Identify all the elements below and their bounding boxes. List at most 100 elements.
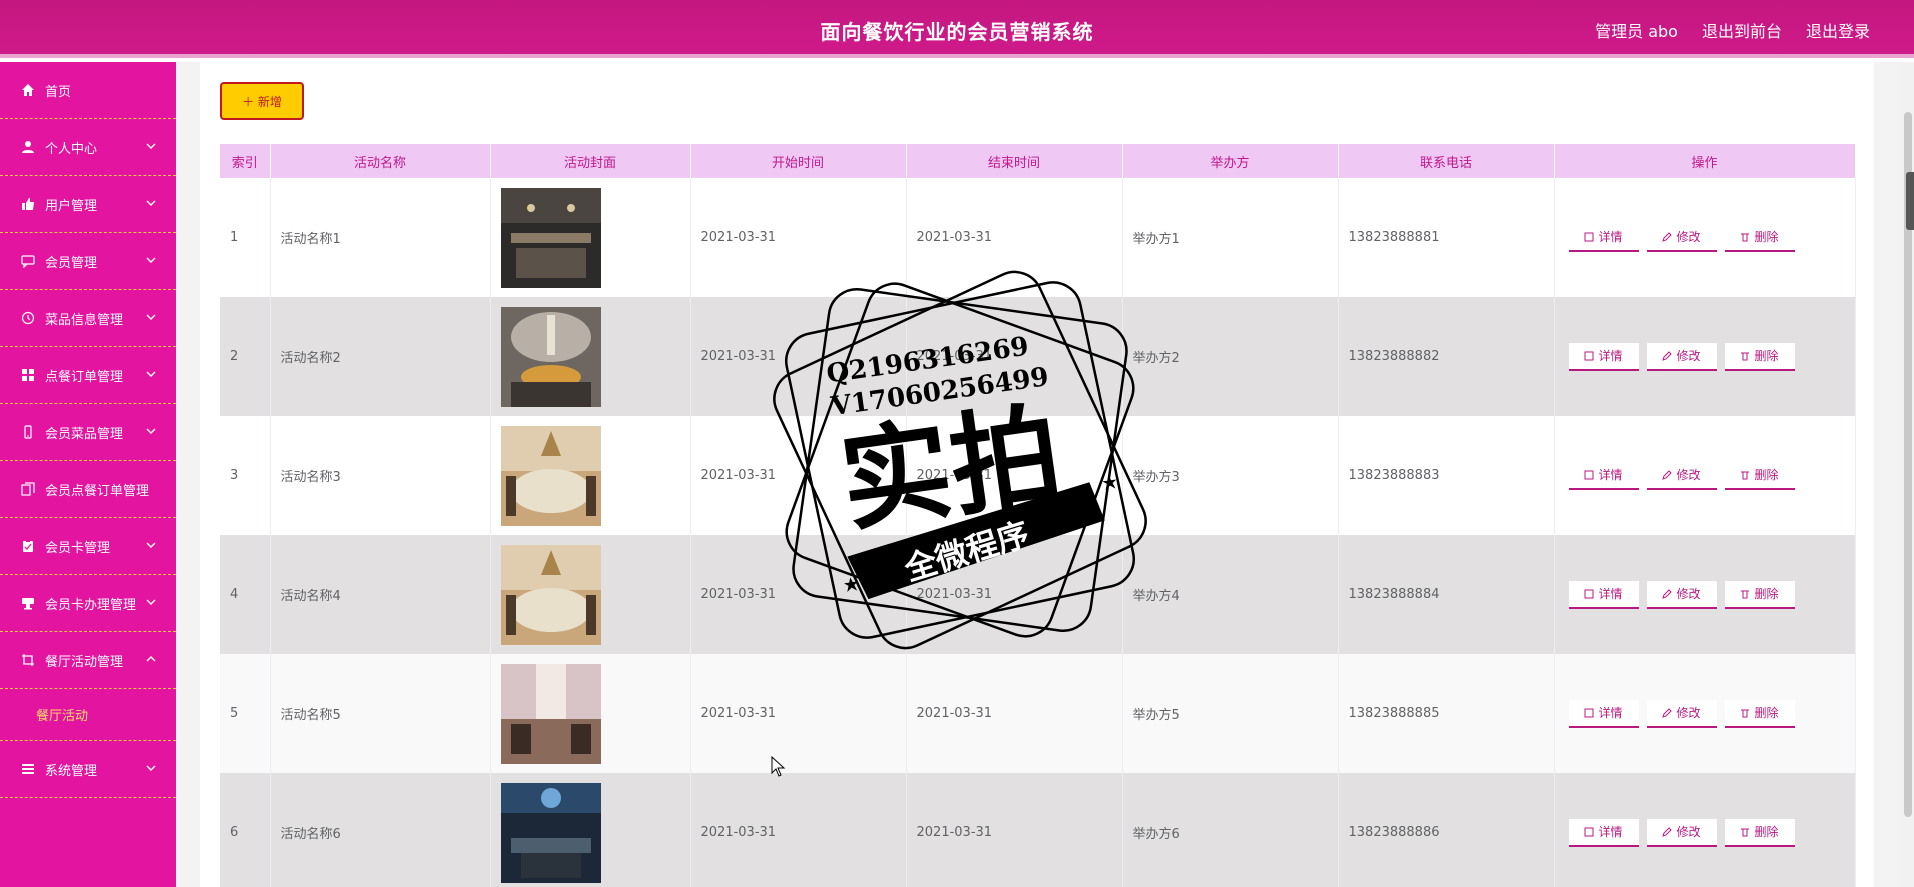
cell-name: 活动名称1 bbox=[270, 178, 491, 297]
cell-host: 举办方5 bbox=[1122, 654, 1339, 773]
column-header-name: 活动名称 bbox=[270, 144, 491, 178]
sidebar-item-label: 会员卡管理 bbox=[45, 540, 111, 556]
sidebar-item-label: 餐厅活动 bbox=[36, 709, 89, 724]
delete-button[interactable]: 删除 bbox=[1724, 223, 1795, 252]
sidebar-subitem-restaurant-activity[interactable]: 餐厅活动 bbox=[0, 689, 176, 741]
clock-icon bbox=[20, 310, 36, 326]
pencil-icon bbox=[1662, 469, 1673, 480]
cell-name: 活动名称6 bbox=[270, 773, 491, 887]
trash-icon bbox=[1741, 471, 1750, 479]
content-gutter-right bbox=[1874, 62, 1900, 887]
edit-button[interactable]: 修改 bbox=[1646, 461, 1717, 490]
chevron-down-icon bbox=[146, 143, 156, 149]
cell-cover bbox=[490, 416, 691, 535]
crop-icon bbox=[20, 652, 36, 668]
trash-icon bbox=[1741, 709, 1750, 717]
cell-end: 2021-03-31 bbox=[906, 654, 1123, 773]
document-icon bbox=[1584, 589, 1594, 598]
detail-button[interactable]: 详情 bbox=[1568, 580, 1639, 609]
cell-cover bbox=[490, 654, 691, 773]
sidebar-item-member-dish[interactable]: 会员菜品管理 bbox=[0, 404, 176, 461]
detail-button[interactable]: 详情 bbox=[1568, 699, 1639, 728]
cell-start: 2021-03-31 bbox=[690, 416, 907, 535]
add-button[interactable]: ＋ 新增 bbox=[220, 82, 304, 120]
activity-cover-image[interactable] bbox=[500, 425, 601, 526]
trash-icon bbox=[1741, 590, 1750, 598]
sidebar-item-label: 会员点餐订单管理 bbox=[45, 483, 150, 499]
cell-host: 举办方4 bbox=[1122, 535, 1339, 654]
sidebar-item-member-management[interactable]: 会员管理 bbox=[0, 233, 176, 290]
top-bar: 面向餐饮行业的会员营销系统 管理员 abo 退出到前台 退出登录 bbox=[0, 0, 1914, 58]
sidebar-item-member-order[interactable]: 会员点餐订单管理 bbox=[0, 461, 176, 518]
cell-phone: 13823888881 bbox=[1338, 178, 1555, 297]
cup-icon bbox=[20, 595, 36, 611]
cell-start: 2021-03-31 bbox=[690, 773, 907, 887]
document-icon bbox=[1584, 708, 1594, 717]
activity-cover-image[interactable] bbox=[500, 782, 601, 883]
cell-index: 4 bbox=[220, 535, 271, 654]
column-header-host: 举办方 bbox=[1122, 144, 1339, 178]
activity-cover-image[interactable] bbox=[500, 306, 601, 407]
cell-end: 2021-03-31 bbox=[906, 773, 1123, 887]
sidebar-item-label: 用户管理 bbox=[45, 198, 98, 214]
delete-button[interactable]: 删除 bbox=[1724, 580, 1795, 609]
column-header-end: 结束时间 bbox=[906, 144, 1123, 178]
detail-button[interactable]: 详情 bbox=[1568, 223, 1639, 252]
cell-host: 举办方6 bbox=[1122, 773, 1339, 887]
copy-icon bbox=[20, 481, 36, 497]
side-tab-handle[interactable] bbox=[1906, 172, 1914, 230]
activity-cover-image[interactable] bbox=[500, 187, 601, 288]
sidebar-item-order-management[interactable]: 点餐订单管理 bbox=[0, 347, 176, 404]
delete-button[interactable]: 删除 bbox=[1724, 342, 1795, 371]
activity-cover-image[interactable] bbox=[500, 544, 601, 645]
detail-button[interactable]: 详情 bbox=[1568, 342, 1639, 371]
grid-icon bbox=[20, 367, 36, 383]
sidebar-item-personal-center[interactable]: 个人中心 bbox=[0, 119, 176, 176]
sidebar-item-card-processing[interactable]: 会员卡办理管理 bbox=[0, 575, 176, 632]
sidebar: 首页 个人中心 用户管理 会员管理 菜品信息管理 点餐订单管理 会员菜品管理 会… bbox=[0, 62, 176, 887]
sidebar-item-member-card[interactable]: 会员卡管理 bbox=[0, 518, 176, 575]
cell-actions: 详情 修改 删除 bbox=[1554, 297, 1856, 416]
activity-table: 索引 活动名称 活动封面 开始时间 结束时间 举办方 联系电话 操作 1 活动名… bbox=[220, 144, 1856, 887]
table-row: 5 活动名称5 2021-03-31 2021-03-31 举办方5 13823… bbox=[220, 654, 1856, 773]
detail-button[interactable]: 详情 bbox=[1568, 818, 1639, 847]
delete-button[interactable]: 删除 bbox=[1724, 461, 1795, 490]
logout-link[interactable]: 退出登录 bbox=[1806, 18, 1870, 42]
cell-phone: 13823888883 bbox=[1338, 416, 1555, 535]
sidebar-item-dish-info[interactable]: 菜品信息管理 bbox=[0, 290, 176, 347]
cell-cover bbox=[490, 773, 691, 887]
edit-button[interactable]: 修改 bbox=[1646, 342, 1717, 371]
cell-start: 2021-03-31 bbox=[690, 178, 907, 297]
edit-button[interactable]: 修改 bbox=[1646, 818, 1717, 847]
cell-phone: 13823888882 bbox=[1338, 297, 1555, 416]
edit-button[interactable]: 修改 bbox=[1646, 580, 1717, 609]
edit-button[interactable]: 修改 bbox=[1646, 223, 1717, 252]
cell-start: 2021-03-31 bbox=[690, 297, 907, 416]
admin-user-link[interactable]: 管理员 abo bbox=[1595, 18, 1678, 42]
delete-button[interactable]: 删除 bbox=[1724, 699, 1795, 728]
sidebar-item-label: 点餐订单管理 bbox=[45, 369, 124, 385]
sidebar-item-restaurant-activity[interactable]: 餐厅活动管理 bbox=[0, 632, 176, 689]
table-row: 6 活动名称6 2021-03-31 2021-03-31 举办方6 13823… bbox=[220, 773, 1856, 887]
activity-cover-image[interactable] bbox=[500, 663, 601, 764]
cell-actions: 详情 修改 删除 bbox=[1554, 416, 1856, 535]
chevron-down-icon bbox=[146, 257, 156, 263]
chevron-down-icon bbox=[146, 542, 156, 548]
sidebar-item-system-management[interactable]: 系统管理 bbox=[0, 741, 176, 798]
cell-end: 2021-03-31 bbox=[906, 178, 1123, 297]
detail-button[interactable]: 详情 bbox=[1568, 461, 1639, 490]
chevron-up-icon bbox=[146, 656, 156, 662]
cell-phone: 13823888886 bbox=[1338, 773, 1555, 887]
document-icon bbox=[1584, 470, 1594, 479]
sidebar-item-label: 菜品信息管理 bbox=[45, 312, 124, 328]
delete-button[interactable]: 删除 bbox=[1724, 818, 1795, 847]
edit-button[interactable]: 修改 bbox=[1646, 699, 1717, 728]
chat-icon bbox=[20, 253, 36, 269]
pencil-icon bbox=[1662, 707, 1673, 718]
back-to-frontend-link[interactable]: 退出到前台 bbox=[1702, 18, 1782, 42]
sidebar-item-home[interactable]: 首页 bbox=[0, 62, 176, 119]
cell-start: 2021-03-31 bbox=[690, 654, 907, 773]
sidebar-item-user-management[interactable]: 用户管理 bbox=[0, 176, 176, 233]
table-row: 3 活动名称3 2021-03-31 2021-03-31 举办方3 13823… bbox=[220, 416, 1856, 535]
cell-host: 举办方2 bbox=[1122, 297, 1339, 416]
